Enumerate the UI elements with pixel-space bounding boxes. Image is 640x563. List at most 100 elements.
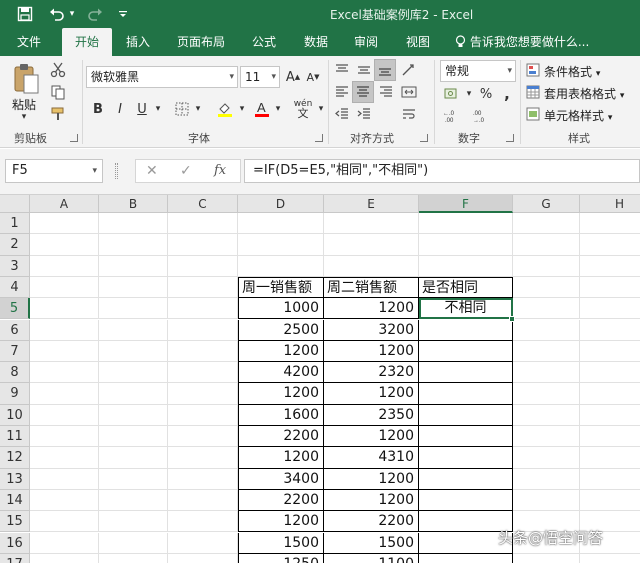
cell-e7[interactable]: 1200 [324, 340, 419, 363]
tab-page-layout[interactable]: 页面布局 [170, 28, 232, 56]
cell-f4[interactable]: 是否相同 [419, 276, 513, 299]
format-as-table-button[interactable]: 套用表格格式 ▾ [544, 85, 624, 102]
cell-f13[interactable] [419, 468, 513, 490]
cell-g2[interactable] [513, 234, 580, 256]
cell-e15[interactable]: 2200 [324, 511, 419, 533]
cut-icon[interactable] [48, 60, 68, 80]
underline-button[interactable]: U [132, 98, 152, 120]
row-header-15[interactable]: 15 [0, 511, 30, 533]
cell-f12[interactable] [419, 447, 513, 469]
cell-a7[interactable] [30, 340, 99, 363]
cell-b14[interactable] [99, 489, 168, 512]
cell-f1[interactable] [419, 213, 513, 235]
cell-h13[interactable] [580, 469, 640, 490]
column-header-h[interactable]: H [580, 195, 640, 213]
underline-dropdown-icon[interactable]: ▾ [152, 98, 164, 120]
align-center-icon[interactable] [352, 81, 374, 103]
cell-g13[interactable] [513, 468, 580, 490]
italic-button[interactable]: I [110, 98, 130, 120]
decrease-indent-icon[interactable] [332, 104, 352, 124]
name-box[interactable]: F5 ▾ [5, 159, 103, 183]
cell-d9[interactable]: 1200 [238, 383, 324, 405]
cell-c15[interactable] [168, 511, 238, 533]
cell-d11[interactable]: 2200 [238, 426, 324, 448]
cell-h4[interactable] [580, 277, 640, 299]
cell-c7[interactable] [168, 340, 238, 363]
tell-me-search[interactable]: 告诉我您想要做什么... [455, 28, 589, 56]
cell-d14[interactable]: 2200 [238, 489, 324, 512]
cell-g7[interactable] [513, 340, 580, 363]
row-header-11[interactable]: 11 [0, 426, 30, 448]
percent-style-button[interactable]: % [476, 84, 496, 104]
cell-e13[interactable]: 1200 [324, 468, 419, 490]
row-header-9[interactable]: 9 [0, 383, 30, 405]
cell-c8[interactable] [168, 362, 238, 384]
cell-c11[interactable] [168, 426, 238, 448]
fill-handle[interactable] [509, 315, 515, 322]
cell-styles-icon[interactable] [526, 104, 540, 124]
cell-g4[interactable] [513, 276, 580, 299]
cell-d15[interactable]: 1200 [238, 511, 324, 533]
cell-d17[interactable]: 1250 [238, 553, 324, 563]
cell-a2[interactable] [30, 234, 99, 256]
cell-g12[interactable] [513, 447, 580, 469]
cell-c17[interactable] [168, 553, 238, 563]
cell-c12[interactable] [168, 447, 238, 469]
paste-dropdown-icon[interactable]: ▾ [18, 112, 30, 122]
cell-b1[interactable] [99, 213, 168, 235]
tab-insert[interactable]: 插入 [116, 28, 160, 56]
font-color-dropdown-icon[interactable]: ▾ [272, 98, 284, 120]
cell-c6[interactable] [168, 319, 238, 341]
tab-view[interactable]: 视图 [396, 28, 440, 56]
align-left-icon[interactable] [332, 82, 352, 102]
cell-d6[interactable]: 2500 [238, 319, 324, 341]
column-header-g[interactable]: G [513, 195, 580, 213]
cell-b2[interactable] [99, 234, 168, 256]
column-header-d[interactable]: D [238, 195, 324, 213]
cell-a8[interactable] [30, 362, 99, 384]
cell-a12[interactable] [30, 447, 99, 469]
cell-f11[interactable] [419, 426, 513, 448]
cell-g5[interactable] [513, 298, 580, 320]
cell-e1[interactable] [324, 213, 419, 235]
font-size-select[interactable]: 11 ▾ [240, 66, 280, 88]
cell-h17[interactable] [580, 554, 640, 563]
cell-f6[interactable] [419, 319, 513, 341]
cell-d3[interactable] [238, 255, 324, 277]
increase-decimal-icon[interactable]: ←.0.00 [440, 106, 466, 126]
phonetic-guide-button[interactable]: wén 文 [290, 96, 316, 122]
cell-d13[interactable]: 3400 [238, 468, 324, 490]
row-header-6[interactable]: 6 [0, 319, 30, 341]
cell-h7[interactable] [580, 341, 640, 363]
format-painter-icon[interactable] [48, 104, 68, 124]
cell-d4[interactable]: 周一销售额 [238, 276, 324, 299]
cell-e11[interactable]: 1200 [324, 426, 419, 448]
redo-icon[interactable] [84, 3, 106, 25]
cell-d7[interactable]: 1200 [238, 340, 324, 363]
cell-a1[interactable] [30, 213, 99, 235]
cell-g10[interactable] [513, 404, 580, 426]
cell-b12[interactable] [99, 447, 168, 469]
cell-f5[interactable]: 不相同 [419, 298, 513, 320]
cell-g3[interactable] [513, 255, 580, 277]
customize-qat-icon[interactable] [116, 3, 130, 25]
row-header-12[interactable]: 12 [0, 447, 30, 469]
increase-font-button[interactable]: A ▲ [284, 66, 302, 88]
cell-a10[interactable] [30, 404, 99, 426]
cell-c3[interactable] [168, 255, 238, 277]
accounting-format-icon[interactable] [440, 84, 464, 104]
merge-center-icon[interactable] [398, 82, 420, 102]
cell-b13[interactable] [99, 468, 168, 490]
cell-b11[interactable] [99, 426, 168, 448]
comma-style-button[interactable]: , [498, 84, 516, 104]
align-bottom-icon[interactable] [374, 59, 396, 81]
cell-b4[interactable] [99, 276, 168, 299]
cell-f2[interactable] [419, 234, 513, 256]
row-header-4[interactable]: 4 [0, 276, 30, 299]
cell-c13[interactable] [168, 468, 238, 490]
font-name-select[interactable]: 微软雅黑 ▾ [86, 66, 238, 88]
cell-e17[interactable]: 1100 [324, 553, 419, 563]
align-top-icon[interactable] [332, 60, 352, 80]
bold-button[interactable]: B [88, 98, 108, 120]
cancel-icon[interactable]: ✕ [146, 160, 158, 182]
